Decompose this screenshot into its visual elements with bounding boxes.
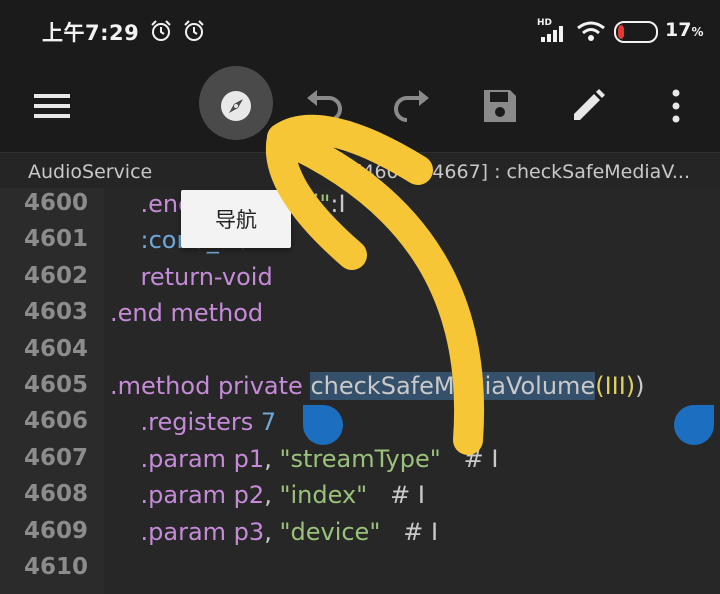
code-text: .param p1, "streamType" # I bbox=[110, 444, 499, 473]
code-line: 4606 .registers 7 bbox=[0, 406, 720, 442]
class-name: AudioService bbox=[28, 161, 153, 183]
code-line: 4602 return-void bbox=[0, 261, 720, 297]
code-line: 4609 .param p3, "device" # I bbox=[0, 516, 720, 552]
line-number: 4603 bbox=[24, 299, 89, 326]
code-token: .param bbox=[110, 517, 234, 546]
line-number: 4609 bbox=[24, 517, 89, 544]
navigate-tooltip: 导航 bbox=[181, 190, 291, 248]
code-token: # I bbox=[380, 517, 439, 546]
toolbar bbox=[0, 64, 720, 152]
code-token: .registers bbox=[110, 408, 261, 437]
code-token: p3 bbox=[233, 517, 265, 546]
code-text: return-void bbox=[110, 263, 273, 291]
code-line: 4605 .method private checkSafeMediaVolume… bbox=[0, 370, 720, 406]
code-text: .end method bbox=[110, 299, 263, 327]
line-number: 4607 bbox=[24, 444, 89, 471]
code-token: return-void bbox=[110, 262, 273, 291]
file-header: AudioService [4600 – 4667] : checkSafeMe… bbox=[0, 152, 720, 189]
battery-percent: 17% bbox=[665, 19, 704, 41]
save-icon bbox=[484, 90, 516, 122]
alarm-clock-icon bbox=[151, 20, 171, 41]
status-bar: 上午7:29 HD 17% bbox=[0, 0, 720, 64]
code-line: 4604 bbox=[0, 334, 720, 370]
more-vert-icon bbox=[672, 89, 680, 123]
code-token: (III) bbox=[595, 372, 636, 400]
code-text: .param p2, "index" # I bbox=[110, 481, 425, 509]
code-token: 7 bbox=[260, 408, 277, 437]
code-line: 4603 .end method bbox=[0, 297, 720, 333]
line-number: 4606 bbox=[24, 408, 89, 435]
edit-icon bbox=[574, 89, 605, 120]
code-token: .param bbox=[110, 481, 234, 510]
code-token: "i" bbox=[301, 190, 331, 218]
status-time: 上午7:29 bbox=[42, 21, 140, 45]
line-number: 4605 bbox=[24, 372, 89, 398]
navigate-button-inner[interactable] bbox=[208, 78, 264, 134]
menu-button[interactable] bbox=[24, 78, 80, 134]
code-token: :I bbox=[330, 190, 346, 218]
method-range[interactable]: [4600 – 4667] : checkSafeMediaV... bbox=[330, 161, 690, 183]
save-button[interactable] bbox=[472, 78, 528, 134]
line-number: 4608 bbox=[24, 481, 89, 508]
battery-icon bbox=[614, 21, 658, 43]
selection-end-handle[interactable] bbox=[674, 405, 714, 445]
code-token: , bbox=[264, 481, 280, 510]
code-token: p2 bbox=[233, 481, 265, 510]
code-line: 4610 bbox=[0, 552, 720, 588]
line-number: 4602 bbox=[24, 262, 89, 289]
redo-button[interactable] bbox=[384, 78, 440, 134]
code-line: 4608 .param p2, "index" # I bbox=[0, 479, 720, 515]
code-token: "device" bbox=[279, 517, 381, 546]
code-line: 4600 .end local v0 "i":I bbox=[0, 188, 720, 224]
code-line: 4607 .param p1, "streamType" # I bbox=[0, 443, 720, 479]
selected-text: checkSafeMediaVolume bbox=[310, 372, 596, 400]
edit-button[interactable] bbox=[560, 78, 616, 134]
undo-button[interactable] bbox=[296, 78, 352, 134]
navigate-icon bbox=[221, 91, 251, 121]
code-token: , bbox=[264, 444, 280, 473]
line-number: 4601 bbox=[24, 226, 89, 253]
undo-icon bbox=[307, 90, 342, 122]
line-number: 4610 bbox=[24, 554, 89, 580]
code-token: .param bbox=[110, 444, 234, 473]
selection-start-handle[interactable] bbox=[303, 405, 343, 445]
code-token: .method private bbox=[110, 372, 311, 400]
code-token: , bbox=[264, 517, 280, 546]
menu-icon bbox=[34, 94, 70, 118]
signal-icon bbox=[541, 26, 563, 42]
line-number: 4604 bbox=[24, 335, 89, 362]
code-token: # I bbox=[367, 481, 425, 510]
line-number: 4600 bbox=[24, 190, 89, 216]
code-text: .method private checkSafeMediaVolume(III… bbox=[110, 372, 645, 400]
code-editor[interactable]: 4600 .end local v0 "i":I4601 :cond_2b460… bbox=[0, 188, 720, 594]
redo-icon bbox=[394, 90, 429, 122]
code-token: ) bbox=[635, 372, 645, 400]
code-token: .end method bbox=[110, 299, 264, 328]
wifi-icon bbox=[577, 21, 605, 41]
code-token: "streamType" bbox=[279, 444, 441, 473]
code-text: .param p3, "device" # I bbox=[110, 517, 439, 546]
code-line: 4601 :cond_2b bbox=[0, 224, 720, 260]
more-button[interactable] bbox=[648, 78, 704, 134]
code-token: # I bbox=[440, 444, 499, 473]
code-text: .registers 7 bbox=[110, 408, 277, 437]
code-token: "index" bbox=[279, 481, 368, 510]
alarm-icon bbox=[184, 20, 204, 41]
code-token: p1 bbox=[233, 444, 265, 473]
